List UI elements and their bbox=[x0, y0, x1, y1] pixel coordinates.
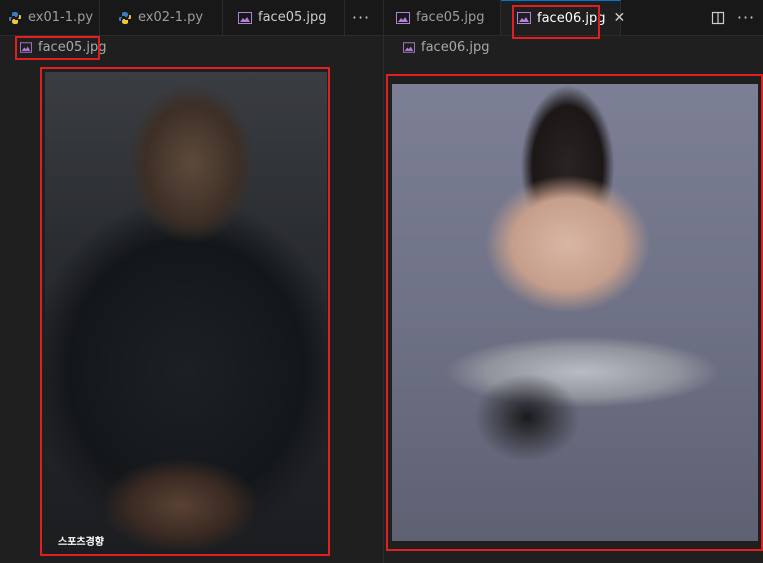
python-icon bbox=[8, 11, 22, 25]
more-actions-icon: ··· bbox=[736, 8, 756, 27]
highlight-box-image-face06 bbox=[386, 74, 763, 551]
tab-label: ex02-1.py bbox=[138, 10, 204, 25]
highlight-box-image-face05 bbox=[40, 67, 330, 556]
tab-face05-jpg[interactable]: face05.jpg bbox=[384, 0, 501, 35]
tab-ex01-py[interactable]: ex01-1.py bbox=[0, 0, 100, 35]
split-editor-icon bbox=[711, 11, 725, 24]
split-editor-button[interactable] bbox=[706, 0, 730, 35]
more-actions-button[interactable]: ··· bbox=[734, 0, 758, 35]
tab-label: face05.jpg bbox=[258, 10, 327, 25]
image-file-icon bbox=[403, 41, 415, 53]
breadcrumb-label: face06.jpg bbox=[421, 39, 490, 55]
tab-ex02-py[interactable]: ex02-1.py bbox=[100, 0, 223, 35]
highlight-box-tab-face06 bbox=[512, 5, 600, 39]
close-icon[interactable]: ✕ bbox=[613, 10, 625, 26]
highlight-box-breadcrumb-face05 bbox=[15, 36, 100, 60]
breadcrumb[interactable]: face06.jpg bbox=[403, 36, 489, 58]
image-file-icon bbox=[238, 11, 252, 24]
python-icon bbox=[118, 11, 132, 25]
tab-label: ex01-1.py bbox=[28, 10, 94, 25]
tab-label: face05.jpg bbox=[416, 10, 485, 25]
image-file-icon bbox=[396, 11, 410, 24]
left-tab-bar: ex01-1.py ex02-1.py face05.jpg ··· bbox=[0, 0, 383, 36]
more-actions-icon: ··· bbox=[351, 8, 371, 27]
more-actions-button[interactable]: ··· bbox=[348, 0, 374, 35]
tab-face05-jpg[interactable]: face05.jpg bbox=[223, 0, 345, 35]
